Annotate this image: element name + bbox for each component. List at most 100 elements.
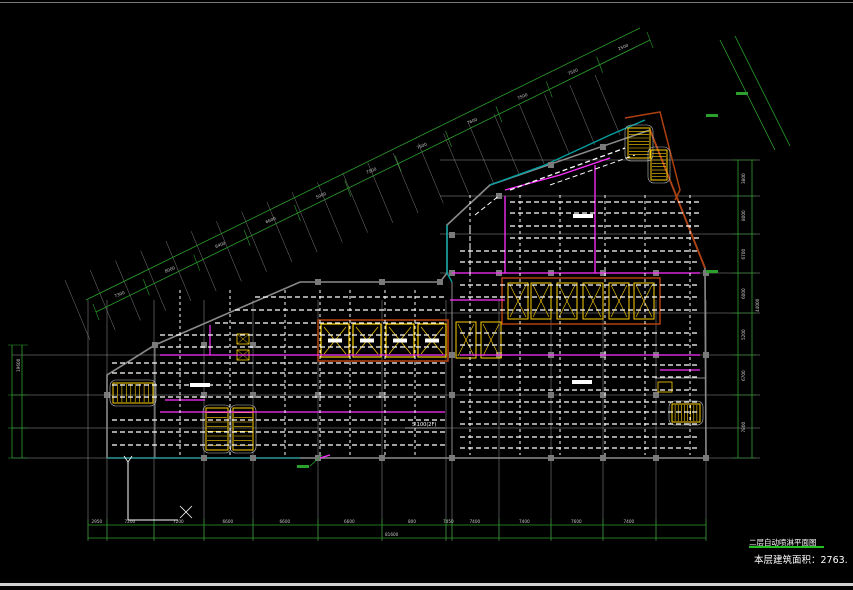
structural-column [548,392,554,398]
dim-label-diag: 2500 [617,42,629,51]
tag-marker [706,114,718,117]
structural-column [449,352,455,358]
dim-tick [596,56,603,73]
tag-marker [706,270,718,273]
structural-column [152,342,158,348]
stair-core [205,407,229,451]
structural-column [449,232,455,238]
dim-tick [92,303,100,321]
dim-line-diag [85,27,641,301]
diag-grid-line [140,250,166,311]
diag-grid-line [468,123,494,184]
diag-grid-line [115,260,141,321]
structural-column [449,455,455,461]
structural-column [379,455,385,461]
tag-marker [736,92,748,95]
building-outline [104,111,709,461]
teal-beam [489,119,646,186]
dim-label-right-total: 44000 [755,298,760,312]
diag-grid-line [191,231,217,292]
structural-column [600,455,606,461]
dim-label-diag: 7300 [114,290,126,299]
dim-label-bottom: 2950 [92,519,103,524]
diag-grid-line [342,172,368,233]
elevator-label-bar [393,338,407,343]
diag-grid-line [241,211,267,272]
floor-plan-drawing[interactable]: 2950 7200 7200 6600 6600 6600 800 7450 7400 7400 7… [0,0,853,590]
structural-column [315,279,321,285]
dim-label-diag: 6600 [265,216,277,225]
dim-label-diag: 7500 [567,67,579,76]
structural-column [703,352,709,358]
diag-grid-line [266,201,293,262]
core-wall-diagonal [649,129,706,269]
dim-tick [294,204,301,222]
dim-label-diag: 7500 [517,92,529,101]
dim-label-bottom: 7400 [519,519,530,524]
structural-column [104,392,110,398]
dim-label-bottom: 800 [408,519,416,524]
sprinkler-branch [474,194,501,216]
diag-grid-line [317,182,343,243]
ucs-y-arrow [123,455,129,463]
dim-label-bottom: 6600 [223,519,234,524]
title-underline [749,546,824,548]
diag-grid-line [90,270,116,331]
dim-tick [646,31,654,49]
diag-grid-line [569,84,595,145]
structural-column [548,162,554,168]
dim-label-bottom: 6600 [280,519,291,524]
dim-tick [394,155,402,172]
elevator-label-bar [328,338,342,343]
structural-column [379,279,385,285]
dim-label-diag: 7600 [466,117,478,126]
pipe-tag-bar [573,214,593,218]
dim-label-bottom: 7450 [443,519,454,524]
dim-label-right: 3800 [741,173,746,184]
structural-column [703,455,709,461]
ucs-icon [127,462,178,521]
diag-grid-line [594,74,621,136]
diag-grid-line [64,279,91,341]
dim-label-bottom-total: 81600 [385,532,399,537]
pipe-tag-bar [572,380,592,384]
structural-column [437,279,443,285]
structural-column [449,392,455,398]
dim-tick [545,81,553,98]
floor-area-label: 本层建筑面积：2763. [754,555,848,566]
dim-label-right: 6700 [741,370,746,381]
tag-marker [297,465,309,468]
dim-label-right: 6000 [741,288,746,299]
dim-label-diag: 7500 [365,166,377,175]
sprinkler-pipes [112,147,700,459]
dim-line-diag [95,39,651,313]
stair-core [232,407,254,451]
ucs-y-arrow [127,455,133,463]
dim-label-left: 19600 [16,358,21,372]
diag-grid-line [392,153,419,214]
diag-grid-line [544,94,570,155]
dim-label-bottom: 6600 [344,519,355,524]
structural-column [653,455,659,461]
stair-well [668,400,704,426]
dim-label-right: 5200 [741,329,746,340]
stair-core [671,403,701,423]
diag-grid-line [493,113,520,175]
cad-viewport[interactable]: { "drawing": { "title": "二层自动喷淋平面图", "ar… [0,0,853,590]
structural-column [548,455,554,461]
dim-tick [243,229,251,246]
dim-label-bottom: 7600 [571,519,582,524]
structural-column [653,392,659,398]
dim-label-diag: 7500 [416,141,428,150]
elevation-note: 5.100(2F) [412,422,436,428]
pipe-tag-bar [190,383,210,387]
dim-line-diag-right [734,35,791,147]
diag-grid-line [519,104,545,165]
structural-column [600,144,606,150]
dim-label-bottom: 7400 [624,519,635,524]
structural-column [201,455,207,461]
dim-label-right: 7800 [741,422,746,433]
elevator-label-bar [360,338,374,343]
diag-grid-line [443,133,469,194]
dim-tick [445,130,452,148]
